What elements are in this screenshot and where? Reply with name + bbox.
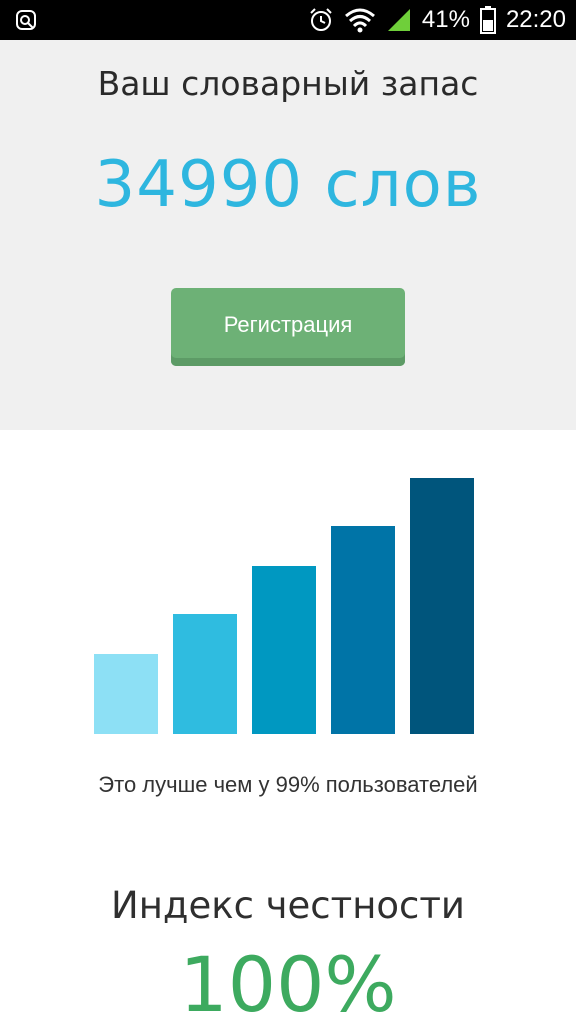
chart-bar-4	[331, 526, 395, 734]
register-button[interactable]: Регистрация	[171, 288, 405, 366]
vocabulary-count: 34990 слов	[94, 148, 482, 222]
chart-bar-5	[410, 478, 474, 734]
page-title: Ваш словарный запас	[97, 64, 479, 103]
battery-percent: 41%	[421, 6, 470, 33]
wifi-icon	[344, 8, 375, 33]
chart-bar-2	[173, 614, 237, 734]
honesty-index-value: 100%	[179, 940, 397, 1029]
status-bar: 41% 22:20	[0, 0, 576, 40]
honesty-index-title: Индекс честности	[111, 884, 465, 927]
clock: 22:20	[505, 6, 566, 33]
battery-icon	[479, 6, 496, 34]
signal-icon	[387, 9, 410, 31]
vocab-bar-chart	[94, 478, 474, 734]
chart-bar-1	[94, 654, 158, 734]
comparison-text: Это лучше чем у 99% пользователей	[98, 772, 478, 797]
notification-icon	[16, 10, 36, 30]
alarm-icon	[310, 8, 332, 31]
chart-bar-3	[252, 566, 316, 734]
